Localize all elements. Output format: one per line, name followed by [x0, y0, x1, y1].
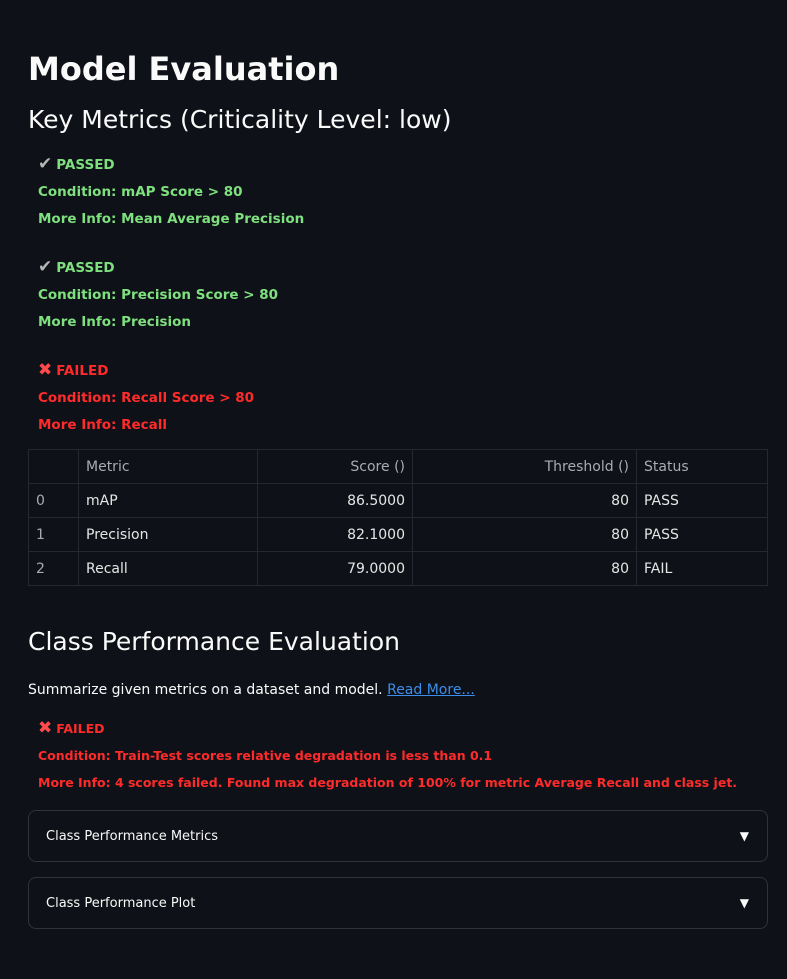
cross-icon: ✖: [38, 360, 53, 380]
check-condition: Condition: mAP Score > 80: [38, 184, 243, 200]
expander-label: Class Performance Plot: [46, 895, 196, 911]
table-header: [28, 449, 79, 484]
check-info: More Info: 4 scores failed. Found max de…: [38, 775, 738, 790]
check-map: ✔ PASSED Condition: mAP Score > 80 More I…: [28, 151, 767, 233]
table-cell: 86.5000: [257, 483, 413, 518]
check-condition: Condition: Train-Test scores relative de…: [38, 748, 493, 763]
table-cell: Precision: [78, 517, 258, 552]
check-status: ✔ PASSED: [38, 257, 115, 277]
chevron-down-icon: ▼: [739, 829, 749, 843]
table-cell: 1: [28, 517, 79, 552]
table-cell: 0: [28, 483, 79, 518]
check-status: ✖ FAILED: [38, 718, 105, 738]
table-header: Score (): [257, 449, 413, 484]
table-cell: FAIL: [636, 551, 768, 586]
table-cell: 82.1000: [257, 517, 413, 552]
check-status: ✔ PASSED: [38, 154, 115, 174]
metrics-table: Metric Score () Threshold () Status 0 mA…: [28, 449, 768, 586]
table-cell: 80: [412, 483, 637, 518]
class-performance-metrics-expander[interactable]: Class Performance Metrics ▼: [28, 810, 768, 862]
check-icon: ✔: [38, 257, 53, 277]
check-status: ✖ FAILED: [38, 360, 109, 380]
section-description: Summarize given metrics on a dataset and…: [28, 682, 475, 698]
table-cell: 2: [28, 551, 79, 586]
check-condition: Condition: Recall Score > 80: [38, 390, 255, 406]
table-row: 1 Precision 82.1000 80 PASS: [28, 517, 768, 552]
class-performance-heading: Class Performance Evaluation: [28, 627, 400, 656]
table-cell: PASS: [636, 483, 768, 518]
table-header: Threshold (): [412, 449, 637, 484]
table-row: 0 mAP 86.5000 80 PASS: [28, 483, 768, 518]
table-cell: PASS: [636, 517, 768, 552]
table-row: 2 Recall 79.0000 80 FAIL: [28, 551, 768, 586]
table-header-row: Metric Score () Threshold () Status: [28, 449, 768, 484]
expander-label: Class Performance Metrics: [46, 828, 219, 844]
table-cell: 80: [412, 551, 637, 586]
table-header: Status: [636, 449, 768, 484]
check-info: More Info: Mean Average Precision: [38, 211, 305, 227]
check-condition: Condition: Precision Score > 80: [38, 287, 279, 303]
key-metrics-heading: Key Metrics (Criticality Level: low): [28, 105, 452, 134]
table-cell: 79.0000: [257, 551, 413, 586]
check-recall: ✖ FAILED Condition: Recall Score > 80 Mor…: [28, 357, 767, 439]
table-header: Metric: [78, 449, 258, 484]
check-info: More Info: Precision: [38, 314, 191, 330]
class-performance-plot-expander[interactable]: Class Performance Plot ▼: [28, 877, 768, 929]
table-cell: Recall: [78, 551, 258, 586]
chevron-down-icon: ▼: [739, 896, 749, 910]
page-title: Model Evaluation: [28, 50, 340, 88]
check-info: More Info: Recall: [38, 417, 168, 433]
check-degradation: ✖ FAILED Condition: Train-Test scores rel…: [28, 715, 767, 796]
cross-icon: ✖: [38, 718, 53, 738]
page: Model Evaluation Key Metrics (Criticalit…: [0, 0, 787, 979]
read-more-link[interactable]: Read More...: [387, 682, 475, 698]
check-icon: ✔: [38, 154, 53, 174]
check-precision: ✔ PASSED Condition: Precision Score > 80 …: [28, 254, 767, 336]
table-cell: mAP: [78, 483, 258, 518]
table-cell: 80: [412, 517, 637, 552]
